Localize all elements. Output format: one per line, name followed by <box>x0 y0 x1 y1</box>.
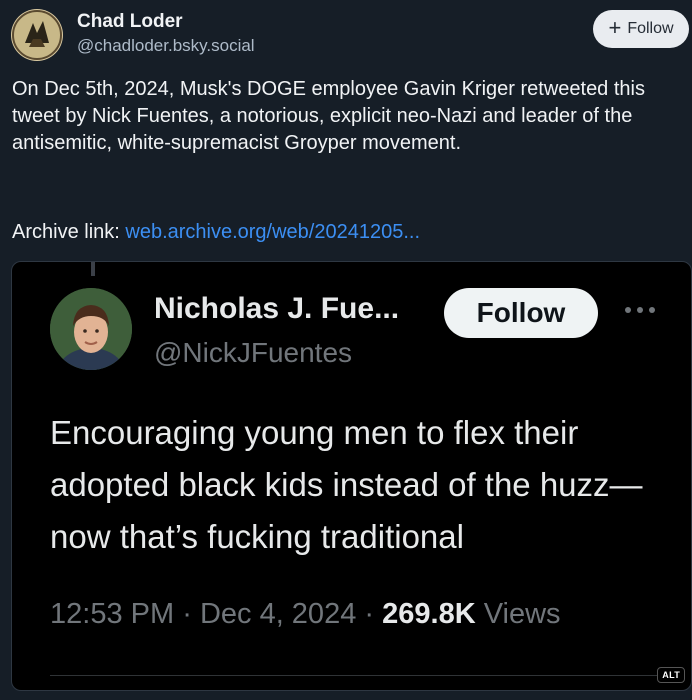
tweet-meta: 12:53 PM · Dec 4, 2024 · 269.8K Views <box>50 598 561 631</box>
reply-thread-line <box>91 262 95 276</box>
alt-text-badge[interactable]: ALT <box>657 667 685 683</box>
tweet-author-handle: @NickJFuentes <box>154 337 353 368</box>
tweet-author-name: Nicholas J. Fue... <box>154 292 400 325</box>
author-handle[interactable]: @chadloder.bsky.social <box>77 36 255 56</box>
author-name[interactable]: Chad Loder <box>77 11 183 33</box>
archive-line: Archive link: web.archive.org/web/202412… <box>12 221 420 244</box>
tweet-text: Encouraging young men to flex their adop… <box>50 414 643 555</box>
archive-link[interactable]: web.archive.org/web/20241205... <box>125 221 420 243</box>
plus-icon: + <box>608 15 622 40</box>
meta-separator: · <box>182 598 192 630</box>
tweet-views-label: Views <box>483 598 561 630</box>
follow-button[interactable]: + Follow <box>593 10 689 48</box>
tweet-follow-button: Follow <box>444 288 598 338</box>
meta-separator: · <box>364 598 375 630</box>
author-avatar[interactable] <box>11 9 63 61</box>
archive-label: Archive link: <box>12 221 120 243</box>
tweet-time: 12:53 PM <box>50 598 175 630</box>
tweet-author-avatar <box>50 288 132 370</box>
tweet-date: Dec 4, 2024 <box>199 598 357 630</box>
embedded-tweet-image[interactable]: Nicholas J. Fue... @NickJFuentes Follow … <box>11 261 692 691</box>
follow-button-label: Follow <box>627 20 674 37</box>
more-horizontal-icon <box>622 302 658 318</box>
post: Chad Loder @chadloder.bsky.social + Foll… <box>0 0 692 700</box>
post-text: On Dec 5th, 2024, Musk's DOGE employee G… <box>12 78 645 154</box>
tweet-divider <box>50 675 658 676</box>
tweet-views-count: 269.8K <box>382 598 476 630</box>
